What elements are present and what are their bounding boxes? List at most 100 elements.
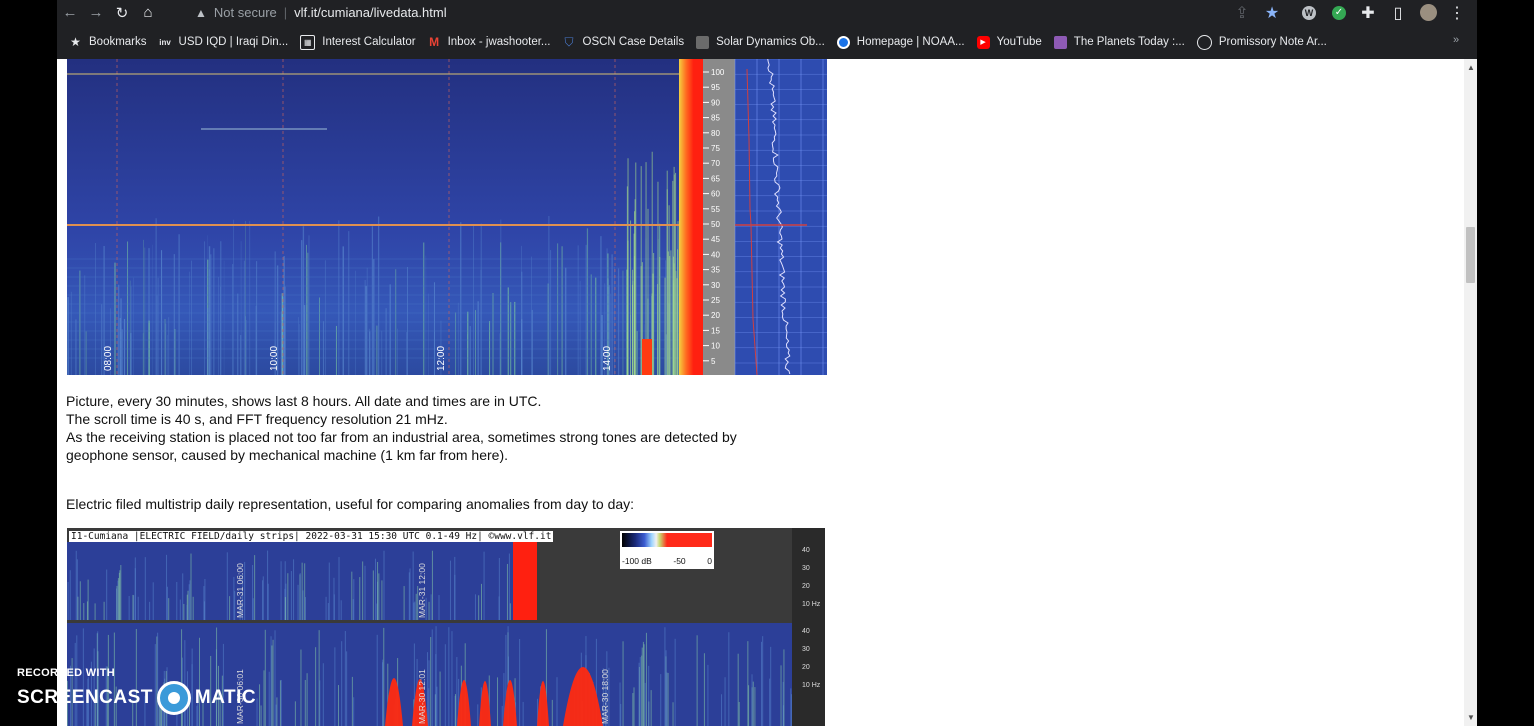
vertical-scrollbar[interactable]: ▲ ▼: [1464, 59, 1477, 726]
bookmarks-overflow-button[interactable]: »: [1453, 34, 1459, 46]
reload-button[interactable]: ↻: [109, 0, 135, 25]
time-label: 10:00: [269, 346, 280, 371]
star-icon: ★: [70, 35, 81, 49]
legend-colorbar: [622, 533, 712, 547]
color-legend: -100 dB -50 0: [620, 531, 714, 569]
freq-tick-label: 50: [711, 220, 720, 229]
address-separator: |: [283, 5, 288, 20]
security-label: Not secure: [213, 5, 277, 20]
freq-tick-label: 20: [711, 311, 720, 320]
strip-scale-label: 10 Hz: [802, 601, 821, 608]
bookmark-item[interactable]: Promissory Note Ar...: [1196, 34, 1327, 50]
share-icon[interactable]: ⇪: [1231, 0, 1253, 25]
description-line: The scroll time is 40 s, and FFT frequen…: [66, 411, 448, 427]
back-button[interactable]: ←: [57, 0, 83, 25]
freq-tick-label: 90: [711, 98, 720, 107]
freq-tick-label: 85: [711, 114, 720, 123]
bookmark-item[interactable]: ▦ Interest Calculator: [300, 34, 416, 50]
legend-label-min: -100 dB: [622, 556, 652, 566]
freq-tick-label: 80: [711, 129, 720, 138]
address-bar[interactable]: ▲ Not secure | vlf.it/cumiana/livedata.h…: [182, 2, 1287, 23]
home-button[interactable]: ⌂: [135, 0, 161, 25]
bookmark-item[interactable]: ▶ YouTube: [976, 35, 1042, 49]
freq-tick-label: 100: [711, 68, 725, 77]
strip-scale-label: 30: [802, 565, 810, 572]
bookmark-item[interactable]: ★ Bookmarks: [69, 35, 146, 49]
freq-tick-label: 35: [711, 266, 720, 275]
description-line: As the receiving station is placed not t…: [66, 429, 737, 445]
inv-icon: inv: [159, 37, 171, 47]
reload-icon: ↻: [115, 4, 129, 22]
profile-avatar[interactable]: [1417, 0, 1439, 25]
bookmark-item[interactable]: inv USD IQD | Iraqi Din...: [159, 36, 288, 49]
warning-icon: ▲: [195, 5, 207, 20]
sdo-icon: [696, 35, 710, 49]
strip-scale-label: 40: [802, 547, 810, 554]
bookmark-star-icon[interactable]: ★: [1261, 0, 1283, 25]
strip-time-label: MAR-30 18:00: [600, 669, 610, 724]
legend-labels: -100 dB -50 0: [622, 556, 712, 566]
description-line: Picture, every 30 minutes, shows last 8 …: [66, 393, 542, 409]
scroll-down-icon[interactable]: ▼: [1467, 713, 1475, 722]
legend-label-max: 0: [707, 556, 712, 566]
strip-time-label: MAR-31 06:00: [235, 563, 245, 618]
url-text: vlf.it/cumiana/livedata.html: [294, 5, 447, 20]
forward-arrow-icon: →: [88, 4, 104, 21]
extension-w-icon[interactable]: W: [1298, 0, 1320, 25]
page-content: 100 95 90 85 80 75 70 65 60 55 50 45 40 35 30 25 20 15 10 5…: [57, 59, 1464, 726]
screencast-logo-icon: [156, 681, 191, 715]
time-label: 12:00: [436, 346, 447, 371]
strip-scale-label: 30: [802, 646, 810, 653]
scrollbar-thumb[interactable]: [1466, 227, 1475, 283]
legend-label-mid: -50: [673, 556, 686, 566]
spectrogram-image: 100 95 90 85 80 75 70 65 60 55 50 45 40 35 30 25 20 15 10 5…: [67, 59, 827, 375]
bookmark-item[interactable]: Homepage | NOAA...: [836, 35, 965, 49]
bookmark-item[interactable]: Solar Dynamics Ob...: [696, 35, 825, 49]
puzzle-icon[interactable]: ✚: [1357, 0, 1379, 25]
freq-tick-label: 40: [711, 250, 720, 259]
strip-time-label: MAR-31 12:00: [417, 563, 427, 618]
sidepanel-icon[interactable]: ▯: [1387, 0, 1409, 25]
freq-tick-label: 75: [711, 144, 720, 153]
strip-scale-label: 10 Hz: [802, 682, 821, 689]
freq-tick-label: 45: [711, 235, 720, 244]
document-icon: [1196, 34, 1212, 50]
strip-scale-label: 20: [802, 583, 810, 590]
watermark-line1: RECORDED WITH: [17, 667, 116, 679]
strip-scale-label: 40: [802, 628, 810, 635]
menu-icon[interactable]: ⋮: [1446, 0, 1468, 25]
strips-header: I1-Cumiana |ELECTRIC FIELD/daily strips|…: [69, 531, 554, 542]
freq-tick-label: 25: [711, 296, 720, 305]
watermark-logo: SCREENCAST MATIC: [17, 681, 256, 715]
description-paragraph: Picture, every 30 minutes, shows last 8 …: [66, 392, 826, 464]
time-label: 08:00: [103, 346, 114, 371]
strip-scale-label: 20: [802, 664, 810, 671]
spectrogram-svg: 100 95 90 85 80 75 70 65 60 55 50 45 40 35 30 25 20 15 10 5…: [67, 59, 827, 375]
bookmark-item[interactable]: The Planets Today :...: [1053, 35, 1185, 49]
freq-tick-label: 60: [711, 190, 720, 199]
planets-icon: [1053, 35, 1067, 49]
time-label: 14:00: [602, 346, 613, 371]
freq-tick-label: 30: [711, 281, 720, 290]
extension-check-icon[interactable]: ✓: [1328, 0, 1350, 25]
gmail-icon: M: [429, 35, 440, 49]
freq-tick-label: 15: [711, 326, 720, 335]
browser-window: ← → ↻ ⌂ ▲ Not secure | vlf.it/cumiana/li…: [57, 0, 1477, 726]
bookmarks-bar: ★ Bookmarks inv USD IQD | Iraqi Din... ▦ In…: [57, 25, 1477, 59]
watermark-line2a: SCREENCAST: [17, 687, 153, 708]
description-line: geophone sensor, caused by mechanical ma…: [66, 447, 509, 463]
scroll-up-icon[interactable]: ▲: [1467, 63, 1475, 72]
youtube-icon: ▶: [976, 35, 990, 49]
freq-tick-label: 65: [711, 174, 720, 183]
freq-tick-label: 70: [711, 159, 720, 168]
strip-time-label: MAR-30 12:01: [417, 669, 427, 724]
freq-tick-label: 10: [711, 342, 720, 351]
bookmark-item[interactable]: M Inbox - jwashooter...: [428, 35, 550, 49]
freq-tick-label: 95: [711, 83, 720, 92]
forward-button[interactable]: →: [83, 0, 109, 25]
strips-intro-text: Electric filed multistrip daily represen…: [66, 496, 635, 512]
bookmark-item[interactable]: ⛉ OSCN Case Details: [563, 34, 684, 49]
browser-toolbar: ← → ↻ ⌂ ▲ Not secure | vlf.it/cumiana/li…: [57, 0, 1477, 25]
noaa-icon: [836, 35, 850, 49]
shield-icon: ⛉: [564, 34, 574, 49]
